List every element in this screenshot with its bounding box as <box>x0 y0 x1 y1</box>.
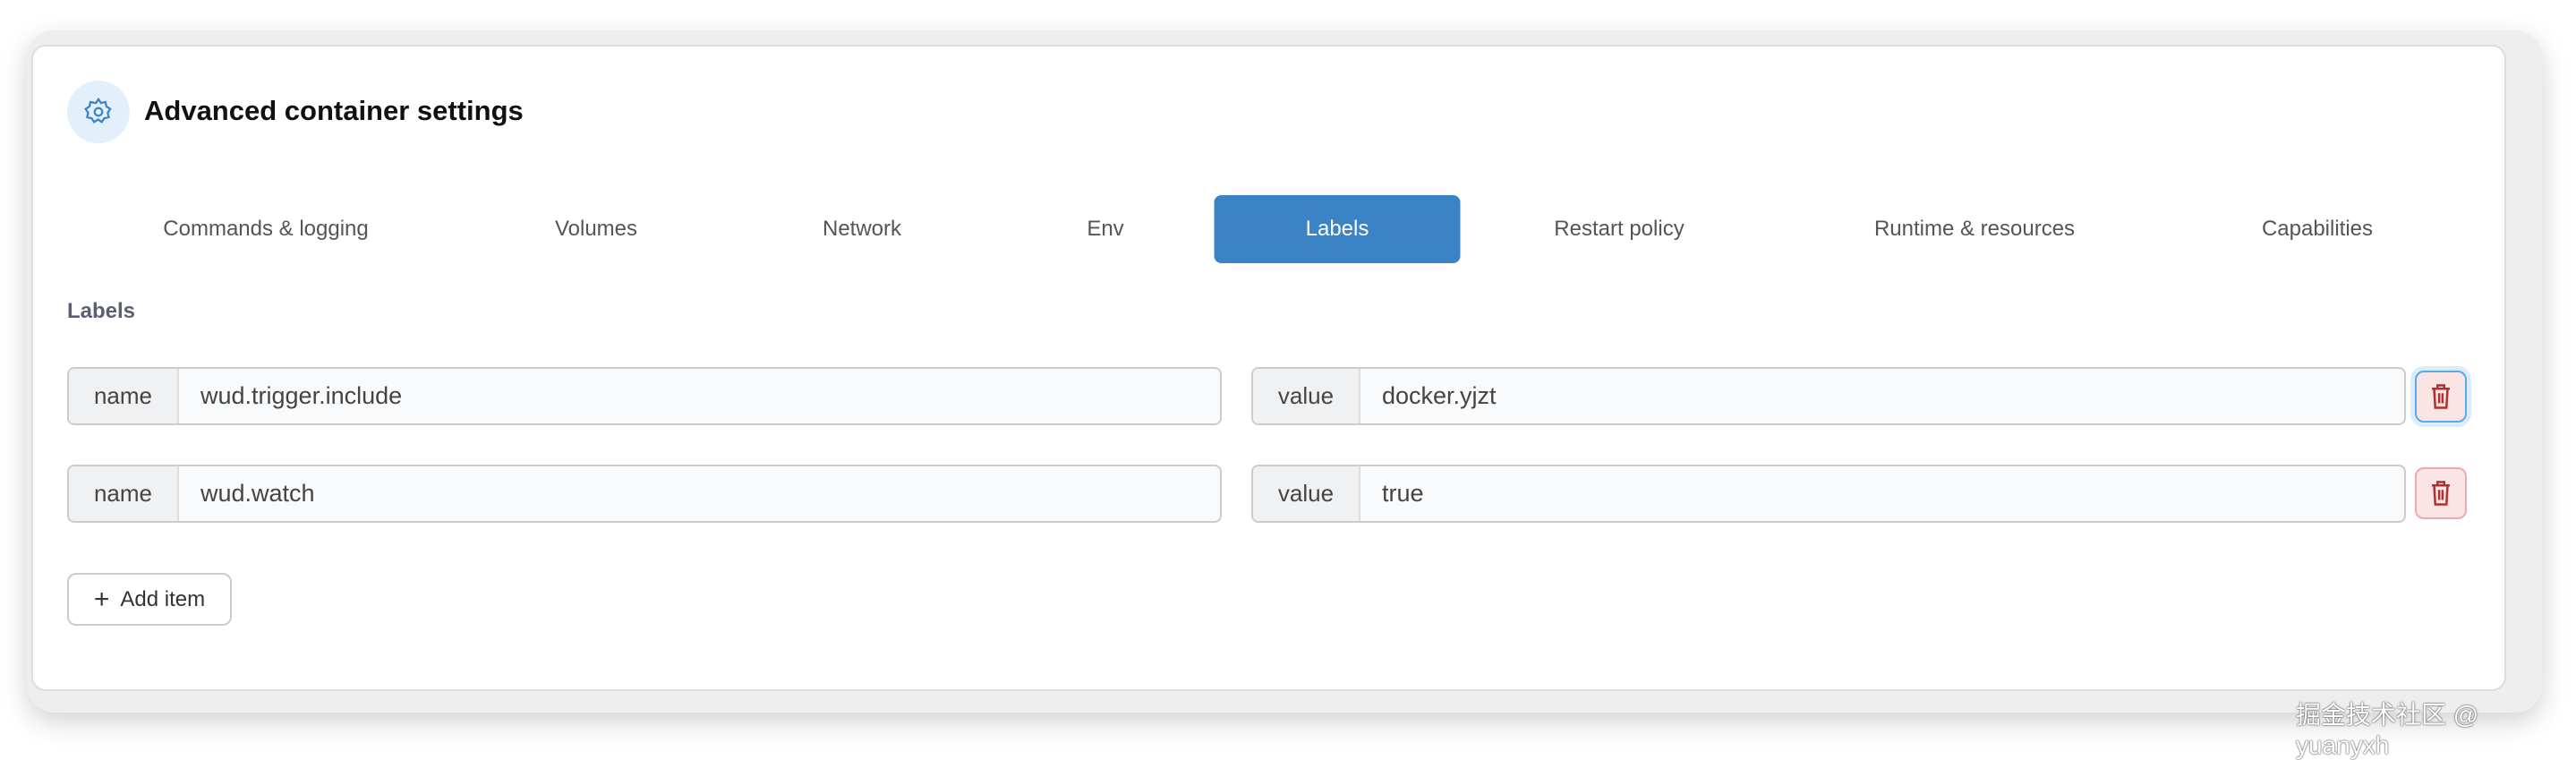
trash-icon <box>2432 481 2450 506</box>
plus-icon: + <box>93 584 110 614</box>
label-name-field[interactable]: name wud.trigger.include <box>67 367 1222 425</box>
tab-runtime-resources[interactable]: Runtime & resources <box>1856 195 2093 263</box>
delete-row-button[interactable] <box>2415 467 2467 519</box>
label-name-field[interactable]: name wud.watch <box>67 465 1222 523</box>
delete-row-button[interactable] <box>2415 371 2467 423</box>
value-addon: value <box>1253 369 1361 423</box>
tab-labels[interactable]: Labels <box>1214 195 1461 263</box>
trash-icon <box>2432 384 2450 409</box>
label-value-field[interactable]: value true <box>1251 465 2406 523</box>
value-input[interactable]: true <box>1361 466 2404 521</box>
name-input[interactable]: wud.watch <box>179 466 1220 521</box>
name-addon: name <box>69 369 179 423</box>
watermark: 掘金技术社区 @ yuanyxh <box>2296 701 2479 759</box>
section-heading: Labels <box>67 299 136 323</box>
value-input[interactable]: docker.yjzt <box>1361 369 2404 423</box>
label-value-field[interactable]: value docker.yjzt <box>1251 367 2406 425</box>
tab-commands-logging[interactable]: Commands & logging <box>145 195 386 263</box>
tab-capabilities[interactable]: Capabilities <box>2244 195 2391 263</box>
tab-volumes[interactable]: Volumes <box>537 195 655 263</box>
gear-icon <box>67 81 130 143</box>
tab-env[interactable]: Env <box>1069 195 1141 263</box>
tab-restart-policy[interactable]: Restart policy <box>1536 195 1702 263</box>
page-title: Advanced container settings <box>144 95 524 126</box>
add-item-button[interactable]: + Add item <box>67 573 232 626</box>
name-input[interactable]: wud.trigger.include <box>179 369 1220 423</box>
value-addon: value <box>1253 466 1361 521</box>
add-item-label: Add item <box>120 586 206 611</box>
name-addon: name <box>69 466 179 521</box>
tab-network[interactable]: Network <box>805 195 919 263</box>
